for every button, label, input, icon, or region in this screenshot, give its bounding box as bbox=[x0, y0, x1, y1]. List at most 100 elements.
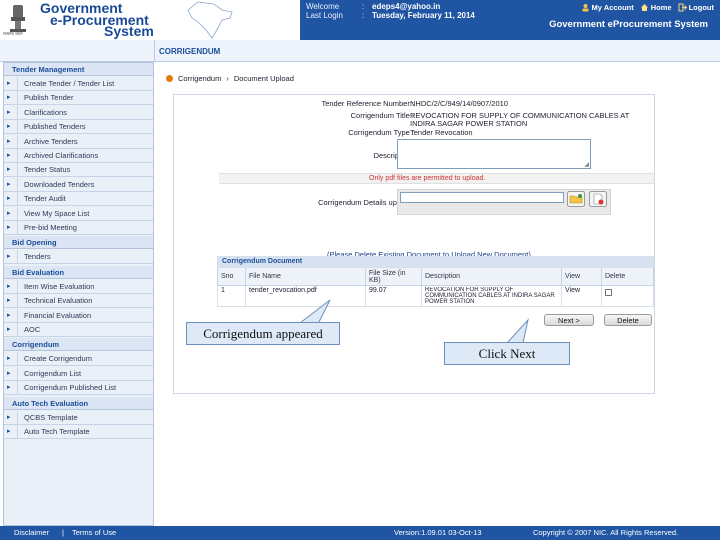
sidebar-item-label: QCBS Template bbox=[24, 412, 78, 422]
upload-note-bar: Only pdf files are permitted to upload. bbox=[219, 173, 654, 184]
my-account-label: My Account bbox=[591, 3, 634, 12]
corrigendum-document-table: Corrigendum Document Sno File Name File … bbox=[217, 256, 654, 307]
callout-corrigendum-appeared: Corrigendum appeared bbox=[186, 322, 340, 345]
sidebar-item[interactable]: ▸ Published Tenders bbox=[4, 120, 153, 135]
sidebar-item-label: Create Tender / Tender List bbox=[24, 79, 115, 88]
sidebar-item-divider bbox=[17, 323, 18, 337]
my-account-link[interactable]: My Account bbox=[581, 3, 634, 12]
sidebar-item-divider bbox=[17, 192, 18, 207]
sidebar-item-label: Create Corrigendum bbox=[24, 354, 92, 364]
breadcrumb-current: Document Upload bbox=[233, 74, 294, 83]
logout-link[interactable]: Logout bbox=[678, 3, 714, 12]
sidebar-item-divider bbox=[17, 177, 18, 192]
sidebar-item[interactable]: ▸ Item Wise Evaluation bbox=[4, 279, 153, 294]
footer-divider: | bbox=[62, 528, 64, 537]
col-delete: Delete bbox=[601, 267, 654, 286]
sidebar-item-label: View My Space List bbox=[24, 208, 90, 218]
sidebar-item-label: Corrigendum Published List bbox=[24, 383, 117, 393]
copyright-text: Copyright © 2007 NIC. All Rights Reserve… bbox=[533, 528, 679, 537]
last-login-label: Last Login bbox=[306, 11, 343, 20]
sidebar: Tender Management ▸ Create Tender / Tender… bbox=[3, 62, 154, 526]
delete-checkbox[interactable] bbox=[605, 289, 612, 296]
breadcrumb-bullet-icon bbox=[166, 75, 173, 82]
description-textarea[interactable]: ◢ bbox=[397, 139, 591, 169]
brand-title-line3: System bbox=[104, 23, 154, 39]
cell-description-text: REVOCATION FOR SUPPLY OF COMMUNICATION C… bbox=[425, 287, 555, 305]
sidebar-item[interactable]: ▸ Tenders bbox=[4, 250, 153, 265]
sidebar-item[interactable]: ▸ Tender Status bbox=[4, 163, 153, 178]
resize-grip-icon[interactable]: ◢ bbox=[584, 161, 589, 168]
corrigendum-type-value: Tender Revocation bbox=[410, 128, 473, 137]
callout-click-next: Click Next bbox=[444, 342, 570, 365]
sidebar-item-label: Financial Evaluation bbox=[24, 310, 92, 320]
sidebar-arrow-icon: ▸ bbox=[7, 413, 11, 421]
sidebar-item[interactable]: ▸ Corrigendum Published List bbox=[4, 381, 153, 396]
cell-sno: 1 bbox=[217, 285, 246, 307]
sidebar-arrow-icon: ▸ bbox=[7, 195, 11, 203]
sidebar-item[interactable]: ▸ View My Space List bbox=[4, 206, 153, 221]
delete-button[interactable]: Delete bbox=[604, 314, 652, 326]
sidebar-item[interactable]: ▸ Create Corrigendum bbox=[4, 352, 153, 367]
sidebar-arrow-icon: ▸ bbox=[7, 369, 11, 377]
sidebar-arrow-icon: ▸ bbox=[7, 253, 11, 261]
sidebar-item-label: Corrigendum List bbox=[24, 368, 82, 378]
welcome-colon: : bbox=[362, 2, 365, 11]
sidebar-section-heading: Auto Tech Evaluation bbox=[4, 396, 153, 410]
last-login-value: Tuesday, February 11, 2014 bbox=[372, 11, 475, 20]
file-path-input[interactable] bbox=[400, 192, 564, 203]
sidebar-item[interactable]: ▸ Pre-bid Meeting bbox=[4, 221, 153, 235]
sidebar-section-heading: Bid Opening bbox=[4, 236, 153, 250]
sidebar-item[interactable]: ▸ Clarifications bbox=[4, 105, 153, 120]
home-link[interactable]: Home bbox=[640, 3, 672, 12]
browse-folder-icon[interactable] bbox=[567, 191, 585, 207]
sidebar-item[interactable]: ▸ Technical Evaluation bbox=[4, 294, 153, 309]
sidebar-item[interactable]: ▸ Financial Evaluation bbox=[4, 308, 153, 323]
col-view: View bbox=[561, 267, 602, 286]
sidebar-item[interactable]: ▸ Archive Tenders bbox=[4, 134, 153, 149]
sidebar-arrow-icon: ▸ bbox=[7, 94, 11, 102]
sidebar-arrow-icon: ▸ bbox=[7, 166, 11, 174]
sidebar-item[interactable]: ▸ QCBS Template bbox=[4, 410, 153, 425]
sidebar-item-divider bbox=[17, 352, 18, 367]
sidebar-item-divider bbox=[17, 163, 18, 178]
sidebar-section-heading: Bid Evaluation bbox=[4, 265, 153, 279]
sidebar-item-label: Publish Tender bbox=[24, 93, 74, 103]
table-row: 1 tender_revocation.pdf 99.07 REVOCATION… bbox=[217, 285, 654, 307]
disclaimer-link[interactable]: Disclaimer bbox=[14, 528, 49, 537]
sidebar-item-divider bbox=[17, 105, 18, 120]
remove-file-icon[interactable] bbox=[589, 191, 607, 207]
cell-delete bbox=[601, 285, 654, 307]
corrigendum-type-label: Corrigendum Type : bbox=[348, 128, 414, 137]
home-icon bbox=[640, 4, 648, 11]
table-caption: Corrigendum Document bbox=[217, 256, 654, 268]
sidebar-item[interactable]: ▸ Publish Tender bbox=[4, 91, 153, 106]
divider bbox=[154, 40, 155, 62]
main-content: Corrigendum › Document Upload Tender Ref… bbox=[160, 68, 716, 526]
col-file-size: File Size (in KB) bbox=[365, 267, 422, 286]
sidebar-item[interactable]: ▸ AOC bbox=[4, 323, 153, 337]
sidebar-item[interactable]: ▸ Corrigendum List bbox=[4, 366, 153, 381]
sidebar-item[interactable]: ▸ Archived Clarifications bbox=[4, 149, 153, 163]
sidebar-item-divider bbox=[17, 134, 18, 149]
top-header: सत्यमेव जयते Government e-Procurement Sy… bbox=[0, 0, 720, 40]
next-button[interactable]: Next > bbox=[544, 314, 594, 326]
sidebar-item[interactable]: ▸ Downloaded Tenders bbox=[4, 177, 153, 192]
sidebar-arrow-icon: ▸ bbox=[7, 209, 11, 217]
col-sno: Sno bbox=[217, 267, 246, 286]
ref-number-label: Tender Reference Number : bbox=[321, 99, 414, 108]
sidebar-item[interactable]: ▸ Tender Audit bbox=[4, 192, 153, 207]
sidebar-item[interactable]: ▸ Create Tender / Tender List bbox=[4, 77, 153, 91]
breadcrumb-root[interactable]: Corrigendum bbox=[178, 74, 221, 83]
sidebar-arrow-icon: ▸ bbox=[7, 108, 11, 116]
logout-label: Logout bbox=[688, 3, 714, 12]
sidebar-item[interactable]: ▸ Auto Tech Template bbox=[4, 425, 153, 439]
sidebar-item-label: Technical Evaluation bbox=[24, 296, 93, 306]
sidebar-arrow-icon: ▸ bbox=[7, 80, 11, 87]
cell-file-size: 99.07 bbox=[365, 285, 422, 307]
sidebar-item-divider bbox=[17, 279, 18, 294]
sidebar-item-divider bbox=[17, 308, 18, 323]
india-map-icon bbox=[187, 1, 233, 39]
cell-view-link[interactable]: View bbox=[561, 285, 602, 307]
terms-link[interactable]: Terms of Use bbox=[72, 528, 116, 537]
sidebar-item-label: Auto Tech Template bbox=[24, 427, 90, 436]
